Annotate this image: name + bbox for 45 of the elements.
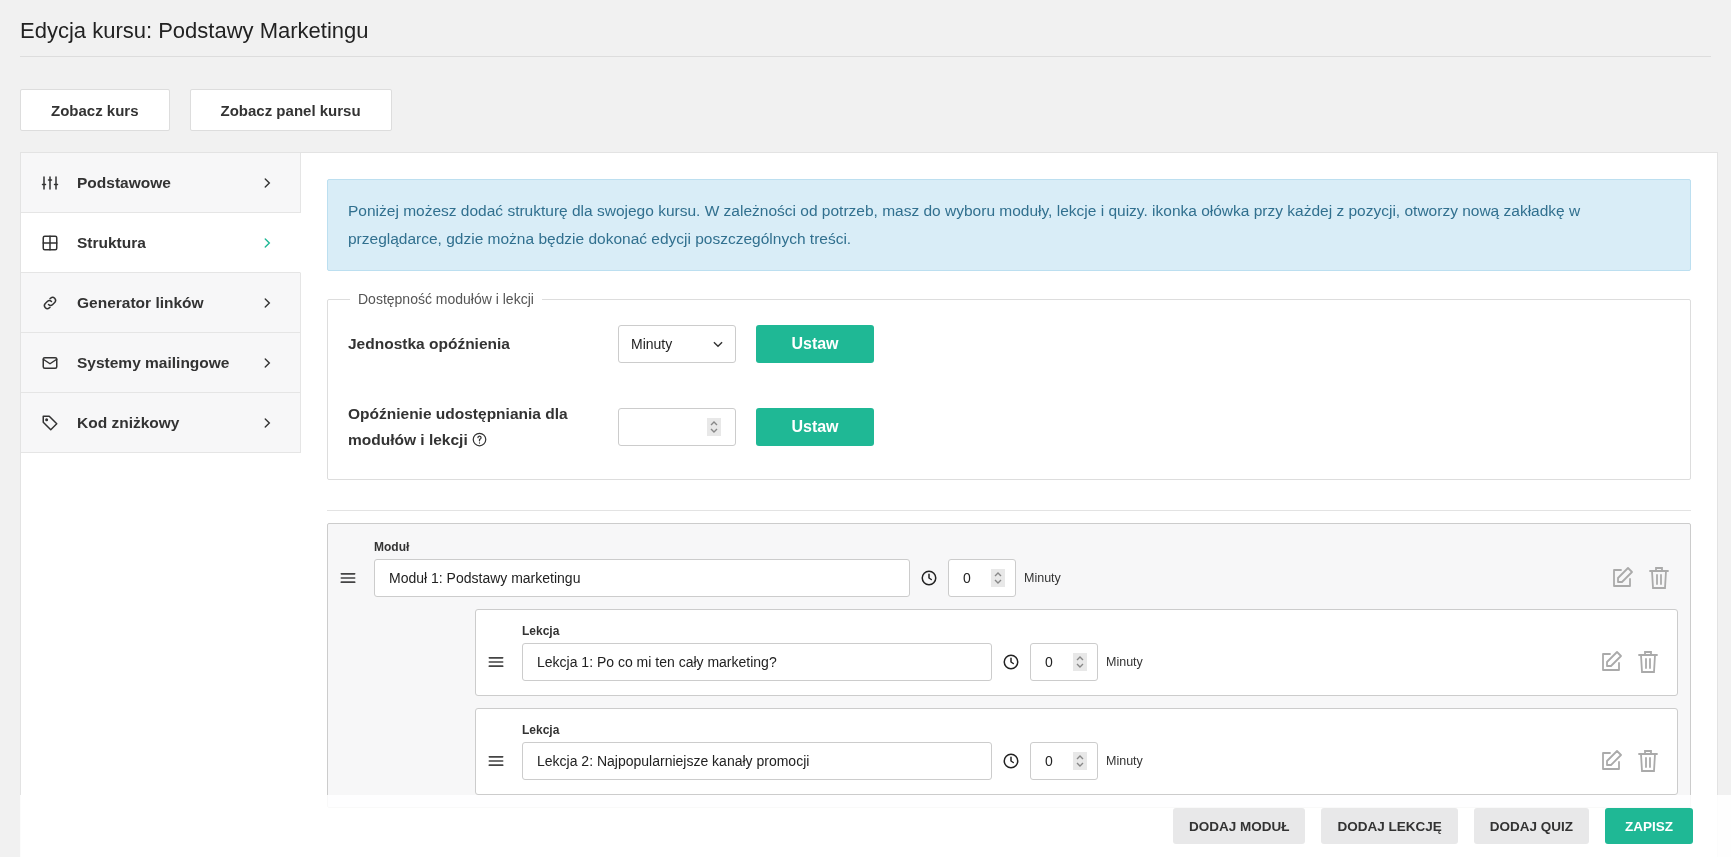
page-title: Edycja kursu: Podstawy Marketingu [20, 18, 370, 44]
clock-icon [1002, 653, 1020, 671]
delay-field[interactable]: 0 [948, 559, 1016, 597]
title-field[interactable]: Lekcja 1: Po co mi ten cały marketing? [522, 643, 992, 681]
grid-icon [41, 233, 59, 252]
pencil-edit-icon[interactable] [1599, 650, 1623, 674]
add-button[interactable]: DODAJ LEKCJĘ [1321, 808, 1458, 844]
number-field[interactable] [618, 408, 736, 446]
field-label: Moduł [374, 540, 411, 554]
add-button[interactable]: DODAJ QUIZ [1473, 808, 1589, 844]
fieldset-legend: Dostępność modułów i lekcji [350, 291, 542, 307]
delay-field[interactable]: 0 [1030, 643, 1098, 681]
field-label: Jednostka opóźnienia [348, 334, 511, 354]
sidebar-item[interactable]: Systemy mailingowe [21, 333, 301, 393]
delay-field[interactable]: 0 [1030, 742, 1098, 780]
pencil-edit-icon[interactable] [1599, 749, 1623, 773]
unit-label: Minuty [1106, 754, 1143, 768]
trash-icon[interactable] [1637, 749, 1659, 773]
pencil-edit-icon[interactable] [1610, 566, 1634, 590]
unit-select[interactable]: Minuty [618, 325, 736, 363]
clock-icon [920, 569, 938, 587]
trash-icon[interactable] [1648, 566, 1670, 590]
trash-icon[interactable] [1637, 650, 1659, 674]
spinner-arrows-icon[interactable] [1073, 752, 1087, 770]
view-button[interactable]: Zobacz kurs [20, 89, 170, 131]
field-label: Lekcja [522, 624, 561, 638]
sliders-icon [41, 173, 59, 192]
title-field[interactable]: Lekcja 2: Najpopularniejsze kanały promocji [522, 742, 992, 780]
sidebar-item[interactable]: Podstawowe [21, 153, 301, 213]
unit-label: Minuty [1024, 571, 1061, 585]
spinner-arrows-icon[interactable] [707, 418, 721, 436]
spinner-arrows-icon[interactable] [991, 569, 1005, 587]
field-label: Lekcja [522, 723, 561, 737]
add-button[interactable]: DODAJ MODUŁ [1172, 808, 1306, 844]
field-label: Opóźnienie udostępniania dla modułów i lekcji [348, 404, 569, 450]
clock-icon [1002, 752, 1020, 770]
unit-label: Minuty [1106, 655, 1143, 669]
info-message: Poniżej możesz dodać strukturę dla swojego kursu. W zależności od potrzeb, masz do wyboru moduły, lekcje i quizy. ikonka ołówka przy każdej z pozycji, otworzy nową zakładkę w przeglądarce, gdzie można będzie dokonać edycji poszczególnych treści. [327, 179, 1691, 271]
sidebar-item[interactable]: Generator linków [21, 273, 301, 333]
tag-icon [41, 413, 59, 432]
spinner-arrows-icon[interactable] [1073, 653, 1087, 671]
sidebar-item[interactable]: Kod zniżkowy [21, 393, 301, 453]
title-field[interactable]: Moduł 1: Podstawy marketingu [374, 559, 910, 597]
help-icon[interactable] [471, 432, 487, 447]
view-button[interactable]: Zobacz panel kursu [189, 89, 392, 131]
